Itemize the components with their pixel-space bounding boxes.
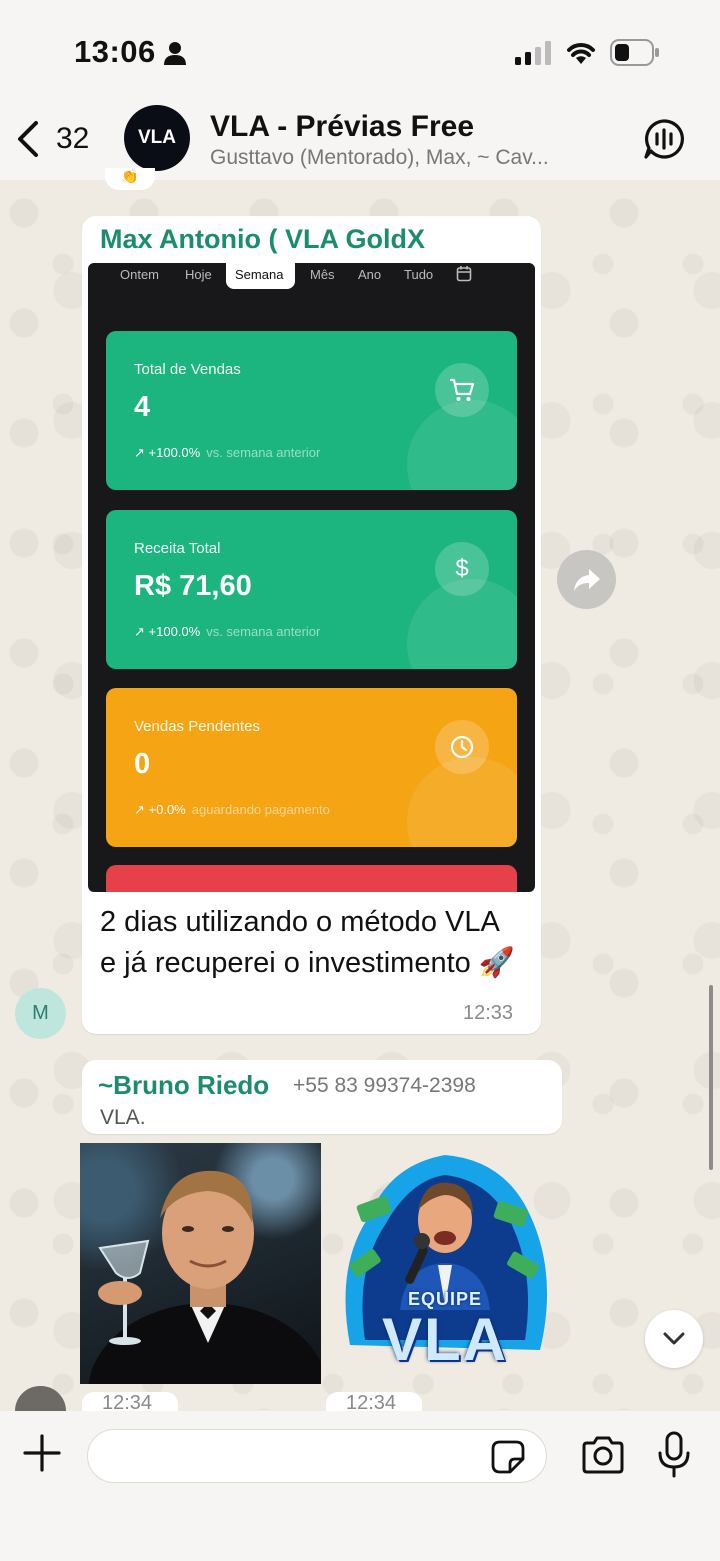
tab-semana: Semana xyxy=(235,267,284,282)
back-chevron-icon[interactable] xyxy=(14,120,40,158)
stat-label: Receita Total xyxy=(134,540,221,557)
stat-trend-note: aguardando pagamento xyxy=(191,802,330,817)
message-time: 12:33 xyxy=(463,1002,514,1024)
camera-icon[interactable] xyxy=(580,1435,626,1475)
dashboard-screenshot[interactable]: Ontem Hoje Semana Mês Ano Tudo Total de … xyxy=(88,263,535,892)
group-title[interactable]: VLA - Prévias Free xyxy=(210,110,474,144)
clock: 13:06 xyxy=(74,34,156,69)
stat-card-receita-total: Receita Total R$ 71,60 $ ↗ +100.0% vs. se… xyxy=(106,510,517,669)
microphone-icon[interactable] xyxy=(656,1431,692,1479)
reaction-remnant: 👏 xyxy=(105,168,155,190)
sticker-icon[interactable] xyxy=(490,1439,526,1475)
chevron-down-icon xyxy=(663,1332,685,1345)
group-avatar-logo: VLA xyxy=(138,127,176,148)
wifi-icon xyxy=(567,43,595,64)
stat-value: R$ 71,60 xyxy=(134,570,252,602)
stat-value: 4 xyxy=(134,391,151,423)
message-time-partial: 12:34 xyxy=(82,1392,178,1414)
sender-phone[interactable]: +55 83 99374-2398 xyxy=(293,1074,476,1098)
battery-icon xyxy=(610,39,659,66)
group-members[interactable]: Gusttavo (Mentorado), Max, ~ Cav... xyxy=(210,146,549,170)
scrollbar[interactable] xyxy=(709,985,713,1170)
message-text: VLA. xyxy=(100,1106,146,1129)
sender-avatar-letter: M xyxy=(32,1002,49,1024)
stat-label: Vendas Pendentes xyxy=(134,718,260,735)
stat-trend: ↗ +0.0% aguardando pagamento xyxy=(134,802,330,817)
plus-icon[interactable] xyxy=(22,1433,62,1473)
scroll-down-button[interactable] xyxy=(645,1310,703,1368)
photo-message[interactable] xyxy=(80,1143,321,1384)
stat-trend-value: +100.0% xyxy=(148,445,201,460)
tab-ano: Ano xyxy=(358,267,382,282)
stat-card-partial xyxy=(106,865,517,892)
photo-toast-image xyxy=(88,1170,321,1384)
forward-icon xyxy=(573,568,600,591)
voice-chat-icon[interactable] xyxy=(643,118,685,160)
cart-icon xyxy=(435,363,489,417)
message-caption: 2 dias utilizando o método VLA e já recu… xyxy=(100,906,515,979)
stat-card-total-vendas: Total de Vendas 4 ↗ +100.0% vs. semana an… xyxy=(106,331,517,490)
stat-label: Total de Vendas xyxy=(134,361,241,378)
calendar-icon xyxy=(456,266,472,282)
clock-icon xyxy=(435,720,489,774)
stat-trend-value: +0.0% xyxy=(148,802,186,817)
sticker-text-main: VLA xyxy=(382,1306,508,1373)
stat-trend: ↗ +100.0% vs. semana anterior xyxy=(134,624,321,639)
tab-hoje: Hoje xyxy=(185,267,212,282)
tab-tudo: Tudo xyxy=(404,267,434,282)
forward-button[interactable] xyxy=(557,550,616,609)
sender-name[interactable]: ~Bruno Riedo xyxy=(98,1070,269,1101)
person-icon xyxy=(164,42,186,65)
stat-value: 0 xyxy=(134,748,151,780)
signal-icon xyxy=(515,41,551,65)
status-bar: 13:06 xyxy=(0,0,720,100)
sender-avatar[interactable]: M xyxy=(15,988,66,1039)
message-input[interactable] xyxy=(87,1429,547,1483)
sticker-message[interactable]: EQUIPE VLA xyxy=(330,1145,560,1380)
stat-card-vendas-pendentes: Vendas Pendentes 0 ↗ +0.0% aguardando pag… xyxy=(106,688,517,847)
stat-trend-value: +100.0% xyxy=(148,624,201,639)
group-avatar[interactable]: VLA xyxy=(124,105,190,171)
dollar-icon: $ xyxy=(435,542,489,596)
stat-trend-note: vs. semana anterior xyxy=(206,445,321,460)
tab-mes: Mês xyxy=(310,267,335,282)
sender-name[interactable]: Max Antonio ( VLA GoldX xyxy=(100,224,425,255)
message-time-partial: 12:34 xyxy=(326,1392,422,1414)
tab-ontem: Ontem xyxy=(120,267,160,282)
unread-count[interactable]: 32 xyxy=(56,122,89,156)
stat-trend: ↗ +100.0% vs. semana anterior xyxy=(134,445,321,460)
stat-trend-note: vs. semana anterior xyxy=(206,624,321,639)
composer-bar xyxy=(0,1411,720,1561)
